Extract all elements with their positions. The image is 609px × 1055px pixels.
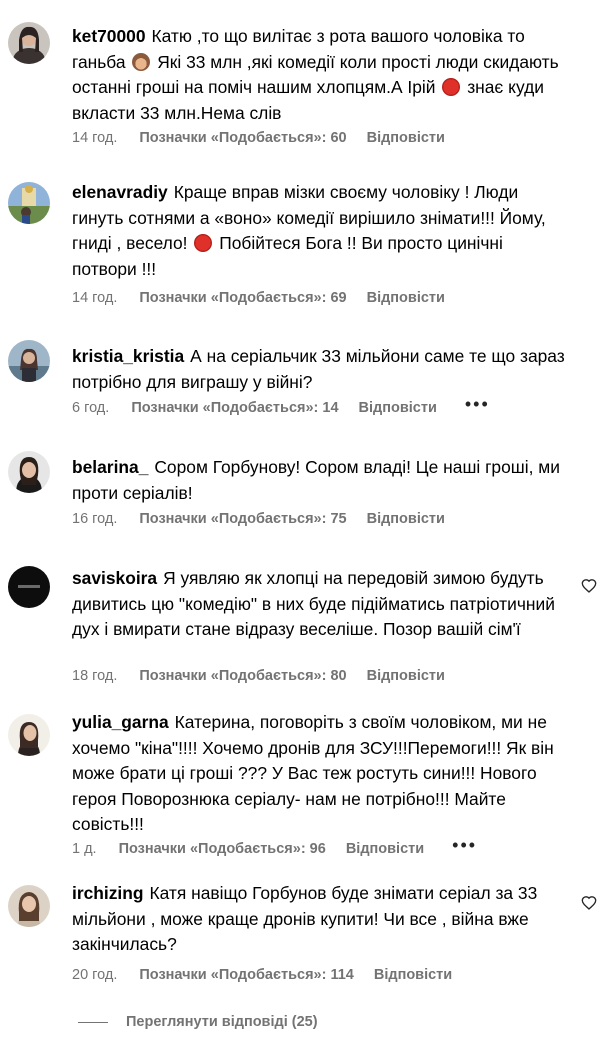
likes-count[interactable]: Позначки «Подобається»: 69: [139, 290, 346, 306]
like-heart-icon[interactable]: [581, 895, 597, 911]
timestamp[interactable]: 1 д.: [72, 841, 97, 857]
angry-face-icon: [442, 78, 461, 97]
likes-count[interactable]: Позначки «Подобається»: 80: [139, 668, 346, 684]
divider-line: [78, 1021, 108, 1023]
avatar[interactable]: [8, 885, 50, 927]
username[interactable]: belarina_: [72, 457, 148, 477]
likes-count[interactable]: Позначки «Подобається»: 60: [139, 130, 346, 146]
reply-button[interactable]: Відповісти: [367, 668, 445, 684]
see-no-evil-monkey-icon: [132, 52, 151, 71]
more-options-icon[interactable]: •••: [465, 395, 490, 413]
comment-text: yulia_garna Катерина, поговоріть з своїм …: [72, 712, 554, 835]
reply-button[interactable]: Відповісти: [367, 511, 445, 527]
reply-button[interactable]: Відповісти: [367, 290, 445, 306]
comment-meta: 1 д. Позначки «Подобається»: 96 Відповіс…: [72, 836, 477, 857]
more-options-icon[interactable]: •••: [452, 836, 477, 854]
username[interactable]: saviskoira: [72, 568, 157, 588]
avatar[interactable]: [8, 22, 50, 64]
comment-meta: 20 год. Позначки «Подобається»: 114 Відп…: [72, 967, 452, 983]
likes-count[interactable]: Позначки «Подобається»: 75: [139, 511, 346, 527]
timestamp[interactable]: 6 год.: [72, 400, 109, 416]
comment-text: saviskoira Я уявляю як хлопці на передові…: [72, 568, 555, 640]
comment-text: elenavradiy Краще вправ мізки своєму чоло…: [72, 182, 546, 279]
username[interactable]: irchizing: [72, 883, 144, 903]
timestamp[interactable]: 16 год.: [72, 511, 117, 527]
timestamp[interactable]: 14 год.: [72, 130, 117, 146]
angry-face-icon: [194, 234, 213, 253]
timestamp[interactable]: 20 год.: [72, 967, 117, 983]
comment-meta: 6 год. Позначки «Подобається»: 14 Відпов…: [72, 395, 490, 416]
timestamp[interactable]: 14 год.: [72, 290, 117, 306]
comment-meta: 14 год. Позначки «Подобається»: 60 Відпо…: [72, 130, 445, 146]
username[interactable]: kristia_kristia: [72, 346, 184, 366]
comment-text: belarina_ Сором Горбунову! Сором владі! Ц…: [72, 457, 560, 503]
comment-text: ket70000 Катю ,то що вилітає з рота вашог…: [72, 26, 559, 123]
reply-button[interactable]: Відповісти: [367, 130, 445, 146]
reply-button[interactable]: Відповісти: [374, 967, 452, 983]
comment-meta: 18 год. Позначки «Подобається»: 80 Відпо…: [72, 668, 445, 684]
username[interactable]: elenavradiy: [72, 182, 168, 202]
comment-text: irchizing Катя навіщо Горбунов буде зніма…: [72, 883, 538, 955]
username[interactable]: ket70000: [72, 26, 146, 46]
timestamp[interactable]: 18 год.: [72, 668, 117, 684]
comment-meta: 14 год. Позначки «Подобається»: 69 Відпо…: [72, 290, 445, 306]
comment-meta: 16 год. Позначки «Подобається»: 75 Відпо…: [72, 511, 445, 527]
reply-button[interactable]: Відповісти: [346, 841, 424, 857]
view-replies-label: Переглянути відповіді (25): [126, 1014, 318, 1030]
avatar[interactable]: [8, 182, 50, 224]
view-replies-button[interactable]: Переглянути відповіді (25): [78, 1014, 318, 1030]
avatar[interactable]: [8, 566, 50, 608]
likes-count[interactable]: Позначки «Подобається»: 114: [139, 967, 353, 983]
likes-count[interactable]: Позначки «Подобається»: 96: [119, 841, 326, 857]
username[interactable]: yulia_garna: [72, 712, 169, 732]
avatar[interactable]: [8, 714, 50, 756]
reply-button[interactable]: Відповісти: [359, 400, 437, 416]
comment-text: kristia_kristia А на серіальчик 33 мільйо…: [72, 346, 565, 392]
avatar[interactable]: [8, 340, 50, 382]
like-heart-icon[interactable]: [581, 578, 597, 594]
avatar[interactable]: [8, 451, 50, 493]
likes-count[interactable]: Позначки «Подобається»: 14: [131, 400, 338, 416]
